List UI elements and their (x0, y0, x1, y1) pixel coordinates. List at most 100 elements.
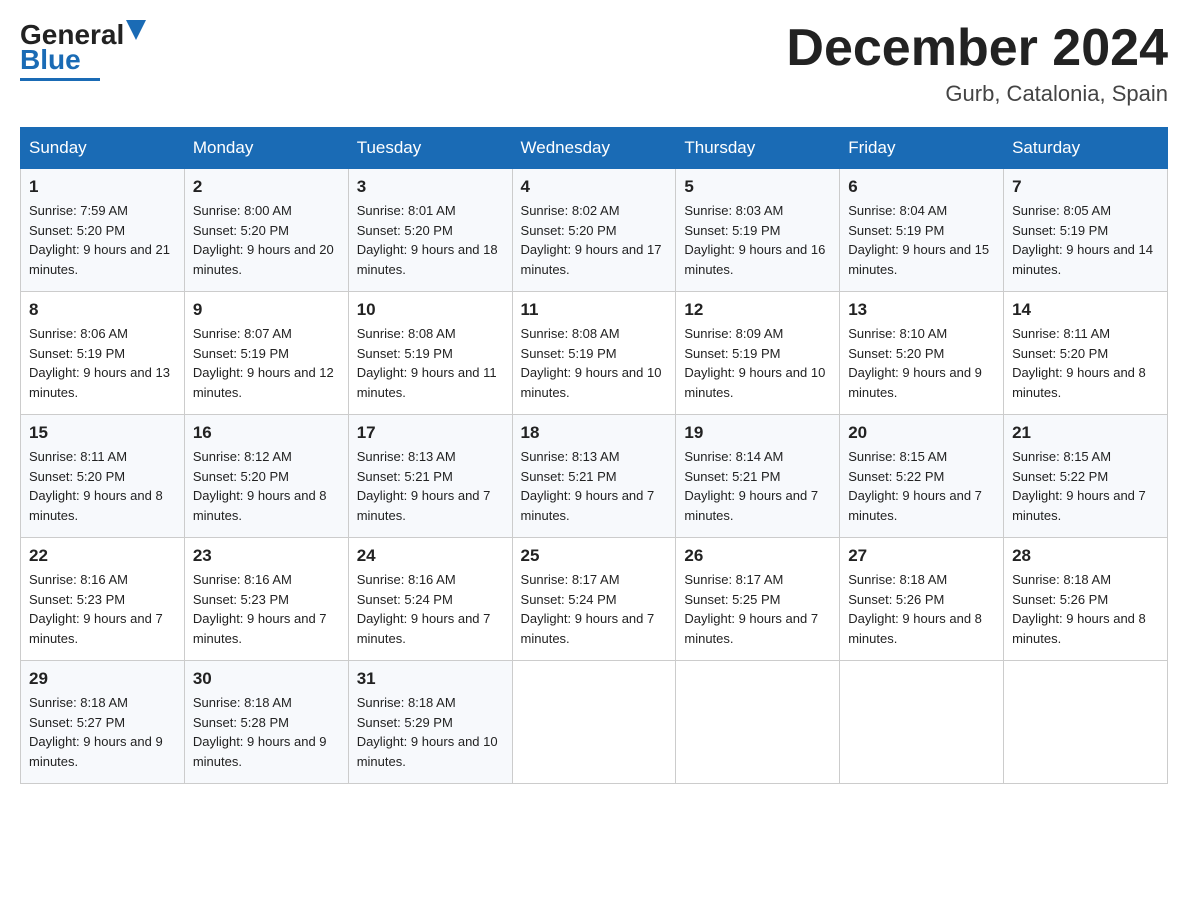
calendar-header-row: Sunday Monday Tuesday Wednesday Thursday… (21, 128, 1168, 169)
month-title: December 2024 (786, 20, 1168, 77)
day-info: Sunrise: 8:16 AMSunset: 5:24 PMDaylight:… (357, 572, 491, 646)
day-info: Sunrise: 8:17 AMSunset: 5:24 PMDaylight:… (521, 572, 655, 646)
table-row: 8 Sunrise: 8:06 AMSunset: 5:19 PMDayligh… (21, 292, 185, 415)
location: Gurb, Catalonia, Spain (786, 81, 1168, 107)
day-number: 1 (29, 177, 176, 197)
table-row: 21 Sunrise: 8:15 AMSunset: 5:22 PMDaylig… (1004, 415, 1168, 538)
day-info: Sunrise: 8:16 AMSunset: 5:23 PMDaylight:… (193, 572, 327, 646)
calendar-week-row: 1 Sunrise: 7:59 AMSunset: 5:20 PMDayligh… (21, 169, 1168, 292)
day-info: Sunrise: 8:05 AMSunset: 5:19 PMDaylight:… (1012, 203, 1153, 277)
day-info: Sunrise: 8:13 AMSunset: 5:21 PMDaylight:… (521, 449, 655, 523)
day-number: 26 (684, 546, 831, 566)
table-row: 22 Sunrise: 8:16 AMSunset: 5:23 PMDaylig… (21, 538, 185, 661)
table-row: 11 Sunrise: 8:08 AMSunset: 5:19 PMDaylig… (512, 292, 676, 415)
day-info: Sunrise: 8:10 AMSunset: 5:20 PMDaylight:… (848, 326, 982, 400)
day-number: 16 (193, 423, 340, 443)
table-row: 19 Sunrise: 8:14 AMSunset: 5:21 PMDaylig… (676, 415, 840, 538)
day-info: Sunrise: 8:00 AMSunset: 5:20 PMDaylight:… (193, 203, 334, 277)
day-number: 19 (684, 423, 831, 443)
day-number: 5 (684, 177, 831, 197)
logo: General Blue (20, 20, 146, 81)
calendar-table: Sunday Monday Tuesday Wednesday Thursday… (20, 127, 1168, 784)
table-row: 17 Sunrise: 8:13 AMSunset: 5:21 PMDaylig… (348, 415, 512, 538)
table-row: 26 Sunrise: 8:17 AMSunset: 5:25 PMDaylig… (676, 538, 840, 661)
col-friday: Friday (840, 128, 1004, 169)
day-info: Sunrise: 8:11 AMSunset: 5:20 PMDaylight:… (29, 449, 163, 523)
table-row (512, 661, 676, 784)
page-header: General Blue December 2024 Gurb, Catalon… (20, 20, 1168, 107)
day-info: Sunrise: 8:03 AMSunset: 5:19 PMDaylight:… (684, 203, 825, 277)
day-number: 6 (848, 177, 995, 197)
day-number: 20 (848, 423, 995, 443)
day-info: Sunrise: 8:08 AMSunset: 5:19 PMDaylight:… (521, 326, 662, 400)
day-number: 2 (193, 177, 340, 197)
day-number: 23 (193, 546, 340, 566)
day-number: 13 (848, 300, 995, 320)
day-number: 8 (29, 300, 176, 320)
day-info: Sunrise: 7:59 AMSunset: 5:20 PMDaylight:… (29, 203, 170, 277)
table-row (676, 661, 840, 784)
table-row (1004, 661, 1168, 784)
day-number: 29 (29, 669, 176, 689)
calendar-week-row: 22 Sunrise: 8:16 AMSunset: 5:23 PMDaylig… (21, 538, 1168, 661)
day-number: 21 (1012, 423, 1159, 443)
table-row: 12 Sunrise: 8:09 AMSunset: 5:19 PMDaylig… (676, 292, 840, 415)
title-area: December 2024 Gurb, Catalonia, Spain (786, 20, 1168, 107)
day-info: Sunrise: 8:08 AMSunset: 5:19 PMDaylight:… (357, 326, 497, 400)
day-number: 4 (521, 177, 668, 197)
col-monday: Monday (184, 128, 348, 169)
table-row (840, 661, 1004, 784)
day-info: Sunrise: 8:15 AMSunset: 5:22 PMDaylight:… (1012, 449, 1146, 523)
day-number: 10 (357, 300, 504, 320)
table-row: 24 Sunrise: 8:16 AMSunset: 5:24 PMDaylig… (348, 538, 512, 661)
col-wednesday: Wednesday (512, 128, 676, 169)
day-number: 18 (521, 423, 668, 443)
table-row: 9 Sunrise: 8:07 AMSunset: 5:19 PMDayligh… (184, 292, 348, 415)
day-info: Sunrise: 8:04 AMSunset: 5:19 PMDaylight:… (848, 203, 989, 277)
table-row: 15 Sunrise: 8:11 AMSunset: 5:20 PMDaylig… (21, 415, 185, 538)
calendar-week-row: 8 Sunrise: 8:06 AMSunset: 5:19 PMDayligh… (21, 292, 1168, 415)
col-thursday: Thursday (676, 128, 840, 169)
day-number: 30 (193, 669, 340, 689)
table-row: 7 Sunrise: 8:05 AMSunset: 5:19 PMDayligh… (1004, 169, 1168, 292)
table-row: 25 Sunrise: 8:17 AMSunset: 5:24 PMDaylig… (512, 538, 676, 661)
day-number: 28 (1012, 546, 1159, 566)
day-number: 24 (357, 546, 504, 566)
col-saturday: Saturday (1004, 128, 1168, 169)
day-info: Sunrise: 8:12 AMSunset: 5:20 PMDaylight:… (193, 449, 327, 523)
day-info: Sunrise: 8:02 AMSunset: 5:20 PMDaylight:… (521, 203, 662, 277)
day-number: 3 (357, 177, 504, 197)
logo-line (20, 78, 100, 81)
table-row: 23 Sunrise: 8:16 AMSunset: 5:23 PMDaylig… (184, 538, 348, 661)
day-info: Sunrise: 8:06 AMSunset: 5:19 PMDaylight:… (29, 326, 170, 400)
calendar-week-row: 15 Sunrise: 8:11 AMSunset: 5:20 PMDaylig… (21, 415, 1168, 538)
table-row: 27 Sunrise: 8:18 AMSunset: 5:26 PMDaylig… (840, 538, 1004, 661)
table-row: 16 Sunrise: 8:12 AMSunset: 5:20 PMDaylig… (184, 415, 348, 538)
day-info: Sunrise: 8:18 AMSunset: 5:28 PMDaylight:… (193, 695, 327, 769)
day-number: 17 (357, 423, 504, 443)
table-row: 28 Sunrise: 8:18 AMSunset: 5:26 PMDaylig… (1004, 538, 1168, 661)
day-info: Sunrise: 8:09 AMSunset: 5:19 PMDaylight:… (684, 326, 825, 400)
col-sunday: Sunday (21, 128, 185, 169)
day-info: Sunrise: 8:11 AMSunset: 5:20 PMDaylight:… (1012, 326, 1146, 400)
day-info: Sunrise: 8:18 AMSunset: 5:27 PMDaylight:… (29, 695, 163, 769)
table-row: 18 Sunrise: 8:13 AMSunset: 5:21 PMDaylig… (512, 415, 676, 538)
day-number: 31 (357, 669, 504, 689)
day-number: 7 (1012, 177, 1159, 197)
day-number: 9 (193, 300, 340, 320)
day-info: Sunrise: 8:18 AMSunset: 5:26 PMDaylight:… (1012, 572, 1146, 646)
day-info: Sunrise: 8:01 AMSunset: 5:20 PMDaylight:… (357, 203, 498, 277)
day-info: Sunrise: 8:14 AMSunset: 5:21 PMDaylight:… (684, 449, 818, 523)
day-number: 12 (684, 300, 831, 320)
table-row: 10 Sunrise: 8:08 AMSunset: 5:19 PMDaylig… (348, 292, 512, 415)
day-info: Sunrise: 8:18 AMSunset: 5:26 PMDaylight:… (848, 572, 982, 646)
table-row: 29 Sunrise: 8:18 AMSunset: 5:27 PMDaylig… (21, 661, 185, 784)
table-row: 2 Sunrise: 8:00 AMSunset: 5:20 PMDayligh… (184, 169, 348, 292)
day-number: 27 (848, 546, 995, 566)
table-row: 1 Sunrise: 7:59 AMSunset: 5:20 PMDayligh… (21, 169, 185, 292)
day-info: Sunrise: 8:18 AMSunset: 5:29 PMDaylight:… (357, 695, 498, 769)
table-row: 3 Sunrise: 8:01 AMSunset: 5:20 PMDayligh… (348, 169, 512, 292)
col-tuesday: Tuesday (348, 128, 512, 169)
day-number: 14 (1012, 300, 1159, 320)
table-row: 13 Sunrise: 8:10 AMSunset: 5:20 PMDaylig… (840, 292, 1004, 415)
